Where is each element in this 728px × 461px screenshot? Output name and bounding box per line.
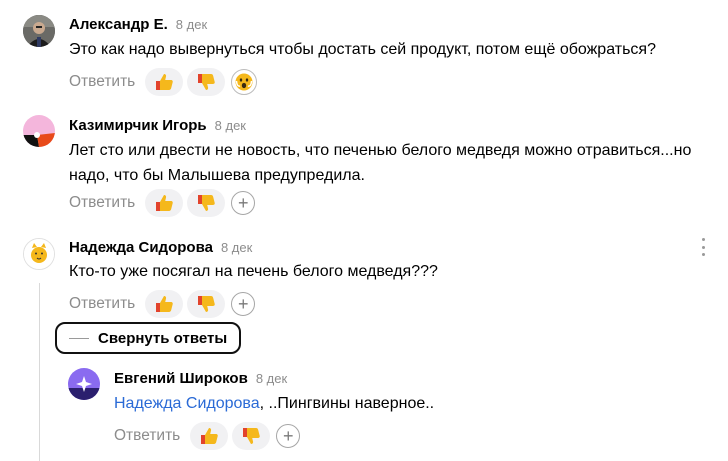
comment-text-line: надо, что бы Малышева предупредила. xyxy=(69,167,365,184)
add-reaction-button[interactable]: + xyxy=(231,191,256,215)
author-name[interactable]: Евгений Широков xyxy=(114,370,248,387)
comment-date: 8 дек xyxy=(175,17,208,32)
like-button[interactable] xyxy=(190,422,229,450)
comment-text: Надежда Сидорова, ..Пингвины наверное.. xyxy=(114,391,434,416)
dislike-button[interactable] xyxy=(187,189,226,217)
comment-date: 8 дек xyxy=(220,240,253,255)
thumbs-down-icon xyxy=(198,296,216,312)
comment-text: Лет сто или двести не новость, что печен… xyxy=(69,138,691,188)
comment-text: Это как надо вывернуться чтобы достать с… xyxy=(69,41,656,58)
dislike-button[interactable] xyxy=(232,422,271,450)
dash-icon xyxy=(69,337,89,339)
more-options-button[interactable] xyxy=(698,238,708,256)
like-button[interactable] xyxy=(145,189,184,217)
user-avatar-icon xyxy=(68,368,100,400)
cat-face-icon xyxy=(24,239,54,269)
avatar[interactable] xyxy=(68,368,100,400)
avatar[interactable] xyxy=(23,115,55,147)
dot xyxy=(701,253,705,256)
scared-face-icon xyxy=(235,73,253,91)
like-button[interactable] xyxy=(145,290,184,318)
comment-date: 8 дек xyxy=(214,118,246,133)
dislike-button[interactable] xyxy=(187,68,226,96)
comment-text: Кто-то уже посягал на печень белого медв… xyxy=(69,263,438,280)
mention-link[interactable]: Надежда Сидорова xyxy=(114,395,260,412)
author-name[interactable]: Казимирчик Игорь xyxy=(69,117,207,134)
comment-text-line: Лет сто или двести не новость, что печен… xyxy=(69,142,692,159)
collapse-replies-button[interactable]: Свернуть ответы xyxy=(55,322,241,354)
thumbs-down-icon xyxy=(243,428,261,444)
plus-icon: + xyxy=(238,193,249,213)
thumbs-up-icon xyxy=(201,428,219,444)
thumbs-up-icon xyxy=(156,74,174,90)
reply-button[interactable]: Ответить xyxy=(69,295,135,313)
collapse-replies-label: Свернуть ответы xyxy=(98,329,228,347)
thumbs-down-icon xyxy=(198,195,216,211)
plus-icon: + xyxy=(283,426,294,446)
dot xyxy=(701,245,705,249)
add-reaction-button[interactable]: + xyxy=(276,424,301,448)
author-name[interactable]: Александр Е. xyxy=(69,16,168,33)
thumbs-up-icon xyxy=(156,296,174,312)
like-button[interactable] xyxy=(145,68,184,96)
thread-line xyxy=(39,283,40,461)
reply-text: , ..Пингвины наверное.. xyxy=(259,395,435,412)
comment-date: 8 дек xyxy=(255,371,288,386)
reply-button[interactable]: Ответить xyxy=(114,427,180,445)
dot xyxy=(701,238,705,241)
author-name[interactable]: Надежда Сидорова xyxy=(69,239,213,256)
plus-icon: + xyxy=(238,294,249,314)
scared-face-reaction[interactable] xyxy=(231,69,258,95)
thumbs-down-icon xyxy=(198,74,216,90)
user-photo-icon xyxy=(23,15,55,47)
reply-button[interactable]: Ответить xyxy=(69,73,135,91)
dislike-button[interactable] xyxy=(187,290,226,318)
avatar[interactable] xyxy=(23,15,55,47)
reply-button[interactable]: Ответить xyxy=(69,194,135,212)
user-avatar-icon xyxy=(23,115,55,147)
avatar[interactable] xyxy=(23,238,55,270)
add-reaction-button[interactable]: + xyxy=(231,292,256,316)
thumbs-up-icon xyxy=(156,195,174,211)
